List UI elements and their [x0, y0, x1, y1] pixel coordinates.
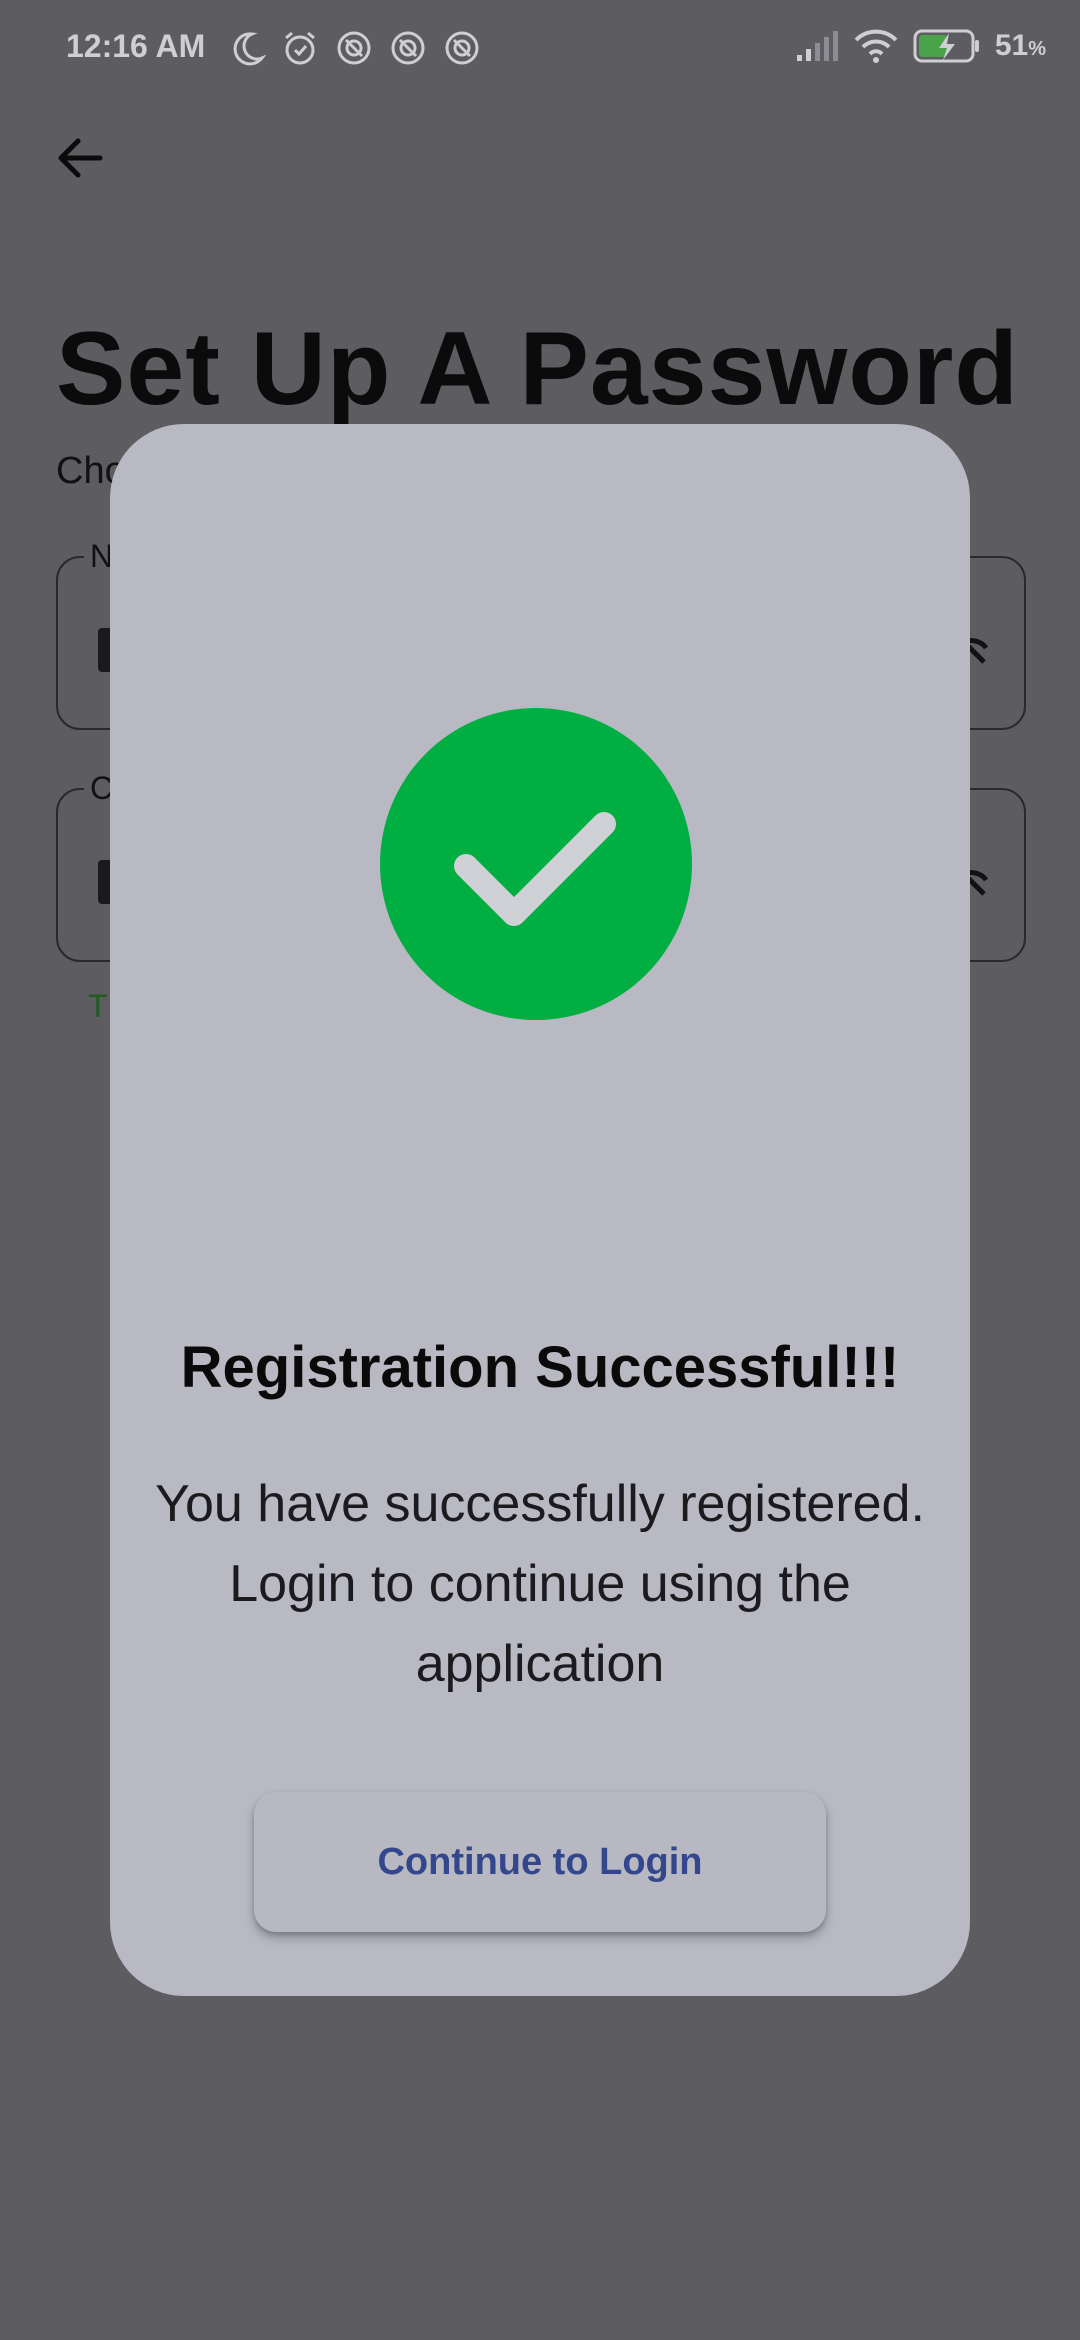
status-bar: 12:16 AM 51% — [0, 0, 1080, 100]
app-icon — [337, 31, 371, 65]
page-title: Set Up A Password — [56, 311, 1019, 427]
status-time: 12:16 AM — [66, 28, 206, 64]
alarm-icon — [285, 31, 315, 65]
dialog-message: You have successfully registered. Login … — [155, 1475, 925, 1693]
continue-to-login-button[interactable]: Continue to Login — [254, 1792, 826, 1932]
app-icon — [445, 31, 479, 65]
app-icon — [391, 31, 425, 65]
system-icons: 51% — [795, 28, 1046, 64]
wifi-icon — [854, 29, 898, 63]
moon-icon — [233, 32, 266, 66]
battery-percentage: 51% — [994, 29, 1046, 62]
battery-charging-icon — [913, 29, 979, 63]
signal-icon — [796, 31, 838, 61]
check-circle-icon — [380, 708, 692, 1020]
password-hint: T — [88, 988, 108, 1024]
notification-icons — [226, 28, 482, 68]
back-arrow-icon[interactable] — [50, 128, 110, 188]
registration-success-dialog: Registration Successful!!! You have succ… — [110, 424, 970, 1996]
dialog-title: Registration Successful!!! — [180, 1335, 900, 1400]
